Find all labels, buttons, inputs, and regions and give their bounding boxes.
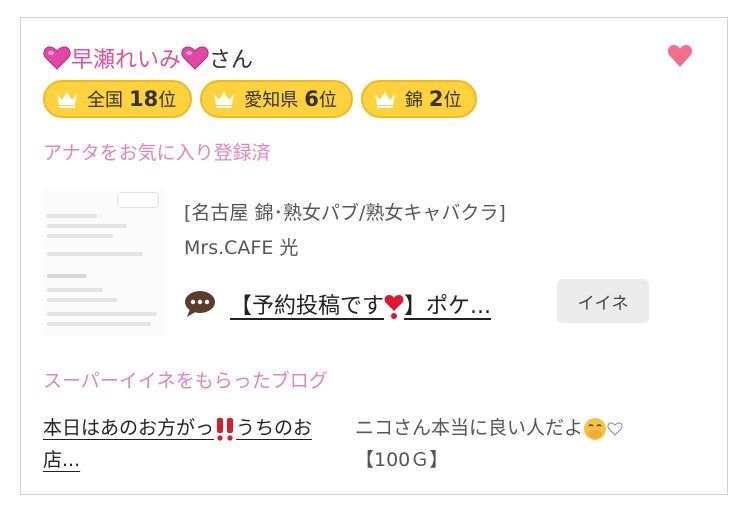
super-comment-text: ニコさん本当に良い人だよ xyxy=(355,417,584,439)
badge-rank: 2 xyxy=(428,87,444,111)
double-exclamation-icon xyxy=(217,417,234,441)
super-title-before: 本日はあのお方がっ xyxy=(43,417,215,439)
ranking-badges: 全国 18 位 愛知県 6 位 錦 2 位 xyxy=(43,80,478,118)
thumbnail-tag xyxy=(117,192,159,208)
thumbnail-line xyxy=(47,234,113,238)
thumbnail-line xyxy=(47,274,87,278)
profile-name-row[interactable]: 早瀬れいみ さん xyxy=(43,42,253,74)
thumbnail-line xyxy=(47,298,117,302)
thumbnail-line xyxy=(47,252,143,256)
speech-bubble-icon xyxy=(185,291,215,317)
super-comment-price: 【100Ｇ】 xyxy=(355,449,449,471)
badge-unit: 位 xyxy=(443,90,462,111)
latest-blog-link[interactable]: 【予約投稿です 】ポケ... xyxy=(184,288,491,320)
pink-heart-icon xyxy=(43,46,71,70)
white-heart-icon xyxy=(607,421,623,436)
latest-blog-title: 【予約投稿です 】ポケ... xyxy=(230,288,491,320)
badge-unit: 位 xyxy=(158,90,177,111)
blog-thumbnail[interactable] xyxy=(43,188,165,336)
iine-button[interactable]: イイネ xyxy=(557,279,649,323)
badge-label: 全国 xyxy=(87,90,123,111)
crown-icon xyxy=(57,92,77,108)
ranking-badge-prefecture[interactable]: 愛知県 6 位 xyxy=(200,80,353,118)
thumbnail-line xyxy=(47,224,127,228)
shop-name[interactable]: Mrs.CAFE 光 xyxy=(184,233,298,260)
badge-rank: 18 xyxy=(129,87,159,111)
ranking-badge-area[interactable]: 錦 2 位 xyxy=(360,80,478,118)
thumbnail-line xyxy=(47,214,97,218)
thumbnail-line xyxy=(47,322,151,326)
thumbnail-line xyxy=(47,312,157,316)
girl-card: 早瀬れいみ さん 全国 18 位 愛知県 6 位 錦 2 位 アナタをお気に入り… xyxy=(20,17,728,495)
hand-over-mouth-icon xyxy=(584,417,607,440)
favorite-status: アナタをお気に入り登録済 xyxy=(43,142,271,164)
super-iine-blog-title[interactable]: 本日はあのお方がっ うちのお店... xyxy=(43,412,343,476)
favorite-heart-icon[interactable] xyxy=(667,44,693,68)
crown-icon xyxy=(214,92,235,108)
blog-title-after: 】ポケ... xyxy=(404,294,491,319)
super-iine-section-label: スーパーイイネをもらったブログ xyxy=(43,370,328,392)
super-iine-comment: ニコさん本当に良い人だよ 【100Ｇ】 xyxy=(355,412,705,476)
badge-label: 愛知県 xyxy=(244,90,299,111)
ranking-badge-national[interactable]: 全国 18 位 xyxy=(43,80,193,118)
pink-heart-icon xyxy=(181,46,209,70)
profile-name: 早瀬れいみ xyxy=(71,48,182,73)
heart-exclamation-icon xyxy=(384,295,404,319)
thumbnail-line xyxy=(47,288,103,292)
badge-label: 錦 xyxy=(404,90,423,111)
blog-title-before: 【予約投稿です xyxy=(230,294,385,319)
shop-category: [名古屋 錦･熟女パブ/熟女キャバクラ] xyxy=(184,202,506,224)
badge-unit: 位 xyxy=(318,90,337,111)
badge-rank: 6 xyxy=(304,87,319,111)
profile-name-suffix: さん xyxy=(209,48,254,73)
crown-icon xyxy=(374,92,395,108)
